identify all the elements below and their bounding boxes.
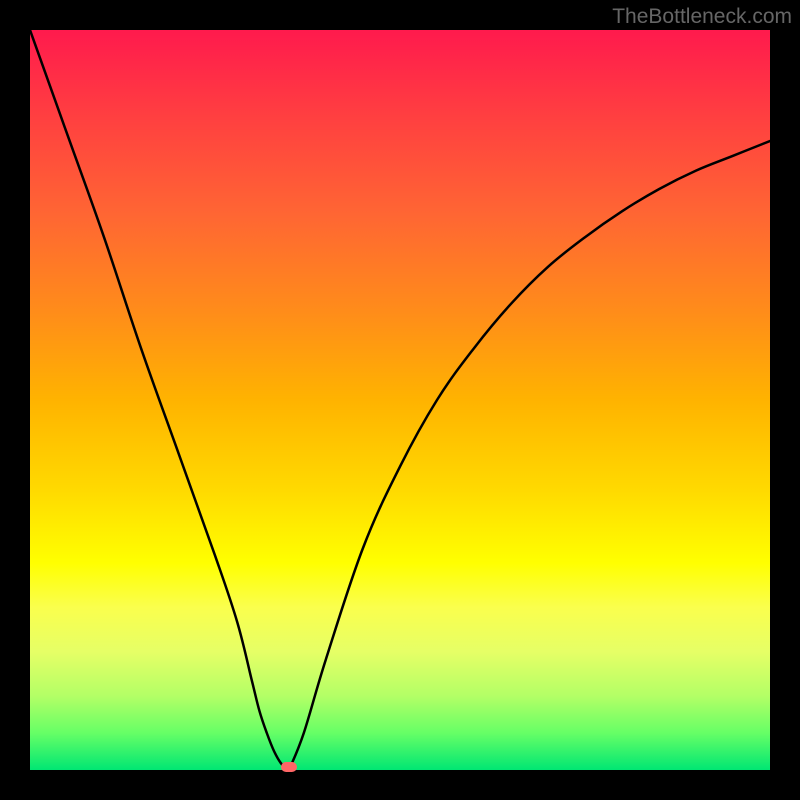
bottleneck-curve [30, 30, 770, 770]
minimum-marker [281, 762, 297, 772]
attribution-text: TheBottleneck.com [612, 5, 792, 29]
chart-container: TheBottleneck.com [0, 0, 800, 800]
plot-area [30, 30, 770, 770]
